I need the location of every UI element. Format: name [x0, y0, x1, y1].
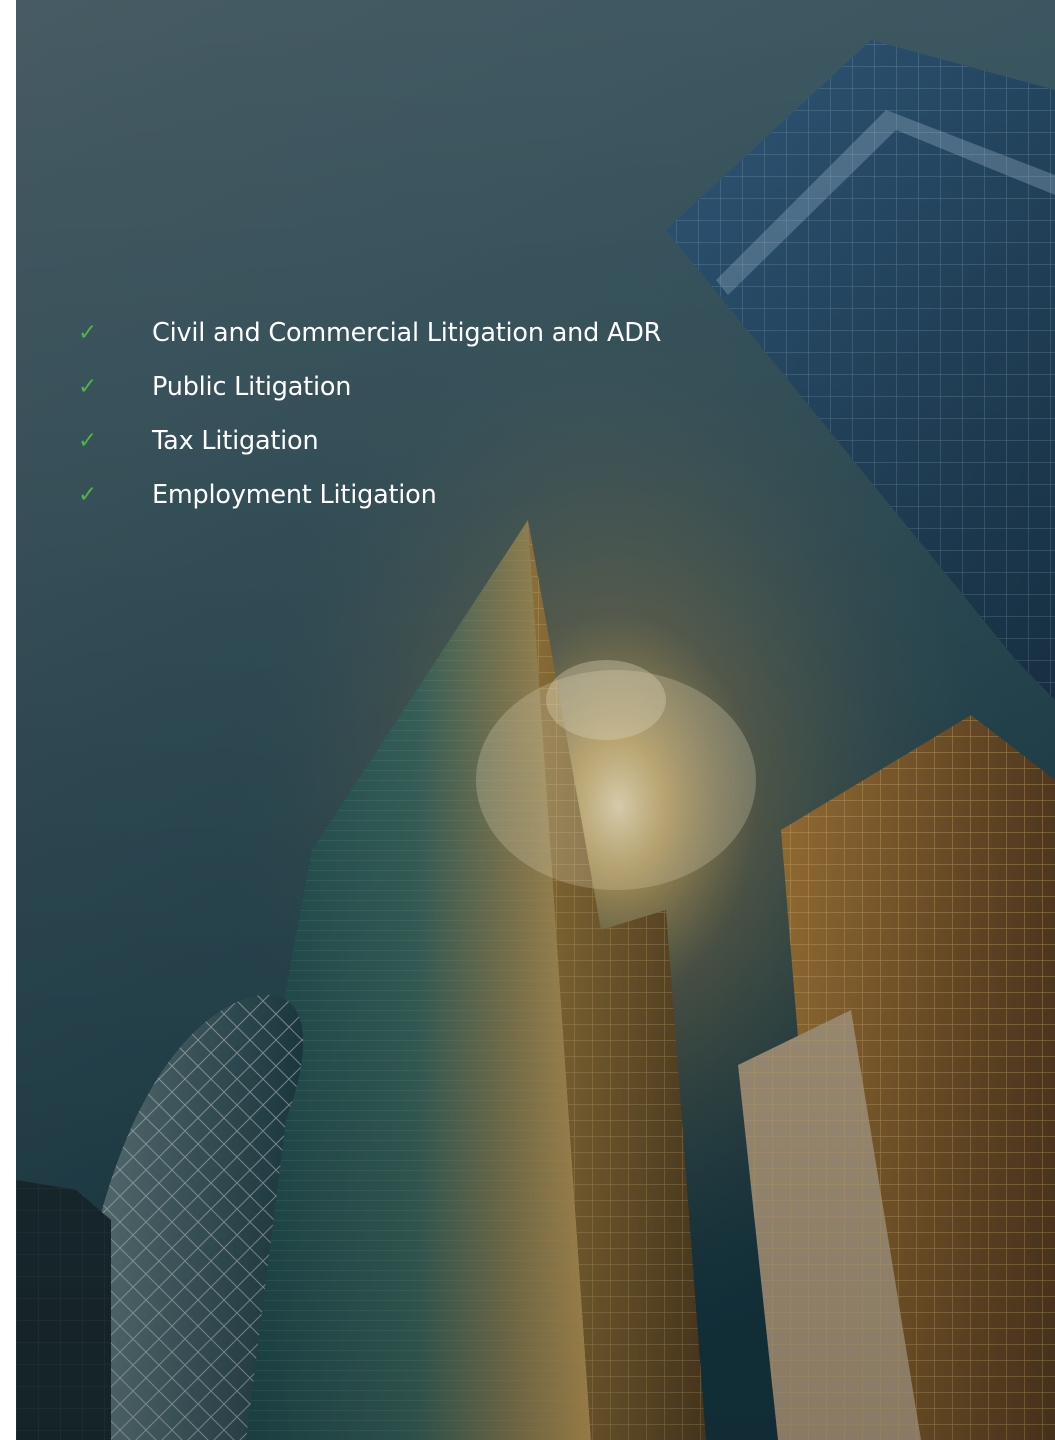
service-label: Tax Litigation [152, 426, 319, 456]
check-icon: ✓ [78, 374, 98, 400]
check-icon: ✓ [78, 482, 98, 508]
page-margin-strip [0, 0, 16, 1440]
check-icon: ✓ [78, 428, 98, 454]
skyscrapers-illustration [16, 0, 1055, 1440]
service-label: Public Litigation [152, 372, 352, 402]
check-icon: ✓ [78, 320, 98, 346]
brochure-page: ✓ Civil and Commercial Litigation and AD… [0, 0, 1055, 1440]
service-label: Civil and Commercial Litigation and ADR [152, 318, 662, 348]
skyscrapers-background-photo [16, 0, 1055, 1440]
service-label: Employment Litigation [152, 480, 437, 510]
